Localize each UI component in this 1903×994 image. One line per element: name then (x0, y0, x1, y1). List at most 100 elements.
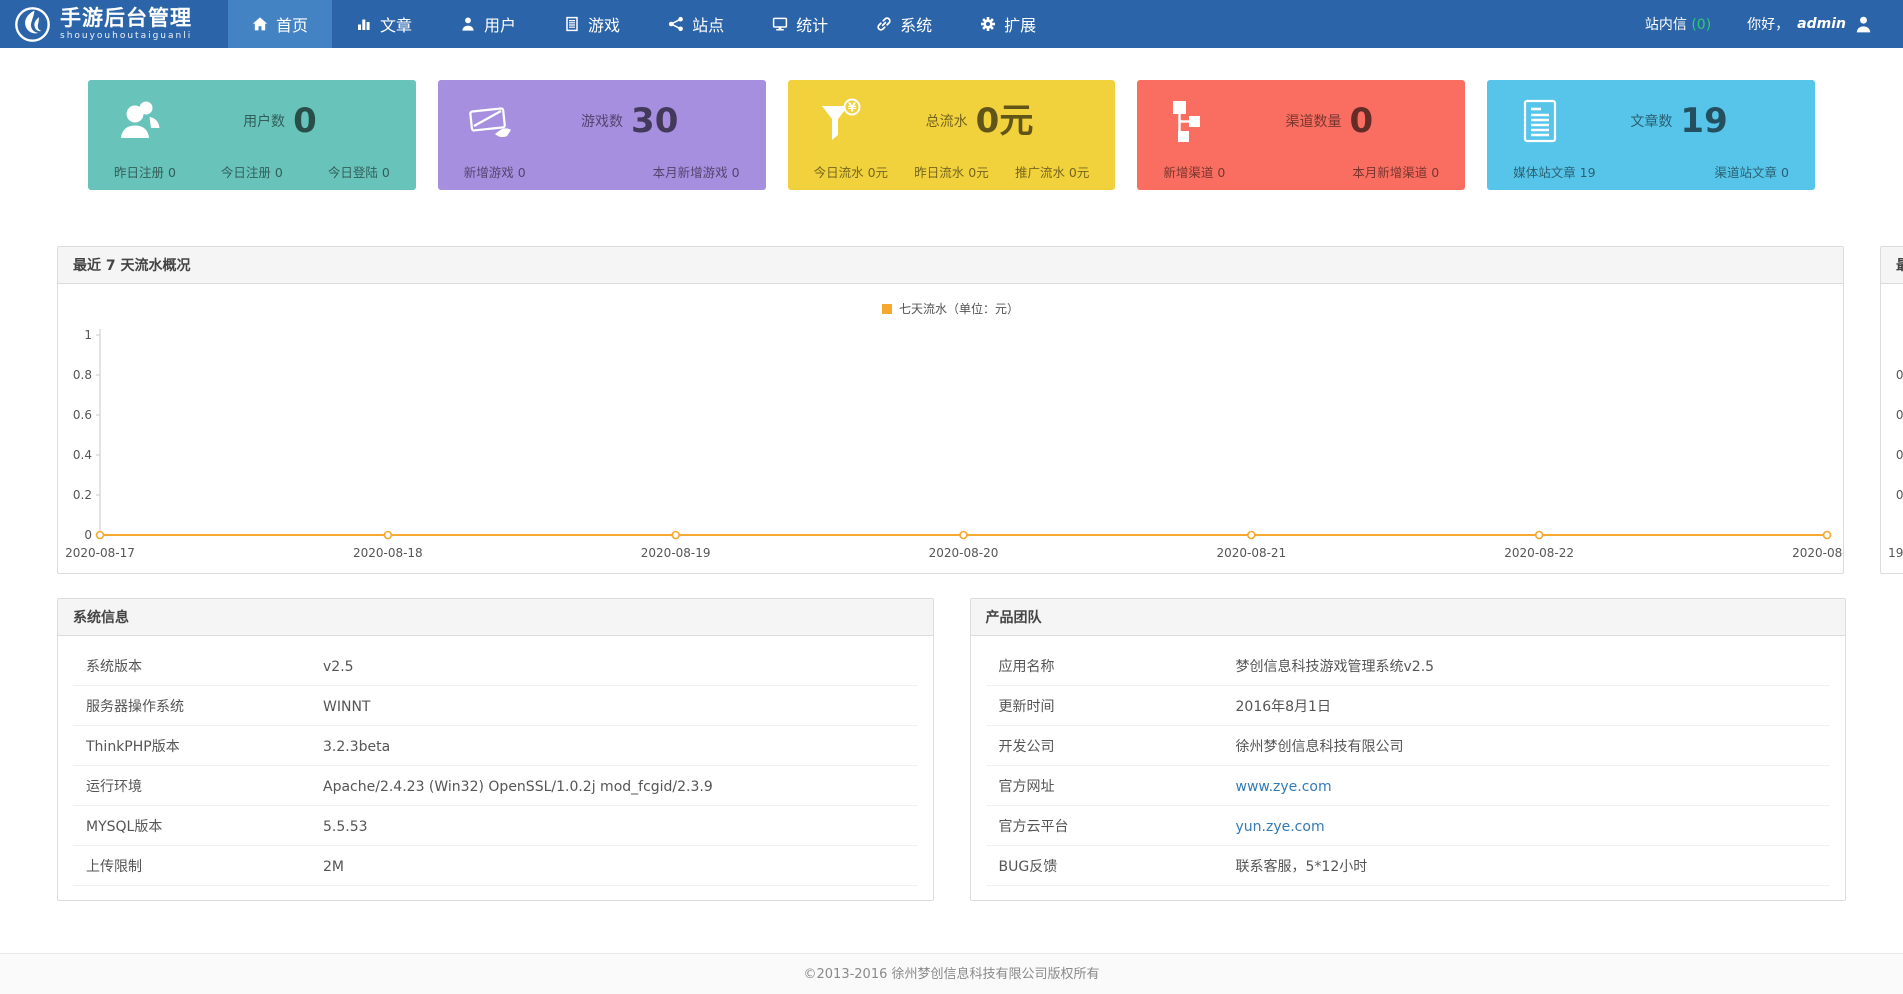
sitemap-icon (1165, 97, 1217, 145)
panel-title: 最近 7 天注册概况 (1881, 247, 1903, 284)
nav-item-game[interactable]: 游戏 (540, 0, 644, 48)
link-icon (876, 16, 892, 32)
info-row-value: 梦创信息科技游戏管理系统v2.5 (1236, 656, 1435, 676)
svg-text:2020-08-19: 2020-08-19 (641, 546, 711, 560)
panel-title: 产品团队 (971, 599, 1846, 636)
info-row: 系统版本v2.5 (73, 646, 918, 686)
stat-card-substat: 昨日注册 0 (114, 162, 176, 181)
nav-item-site[interactable]: 站点 (644, 0, 748, 48)
info-row-label: 运行环境 (73, 776, 323, 796)
nav-item-stats[interactable]: 统计 (748, 0, 852, 48)
stat-card-substat: 渠道站文章 0 (1715, 162, 1789, 181)
stat-card-substat: 昨日流水 0元 (914, 162, 988, 181)
panel-title: 最近 7 天流水概况 (58, 247, 1843, 284)
stat-card-users: 用户数0 昨日注册 0 今日注册 0 今日登陆 0 (88, 80, 416, 190)
info-row-label: 开发公司 (986, 736, 1236, 756)
user-avatar-icon (1854, 15, 1873, 34)
stat-card-value: 30 (631, 104, 678, 138)
nav-item-label: 游戏 (588, 12, 620, 36)
info-row-value: 2016年8月1日 (1236, 696, 1331, 716)
stat-card-articles: 文章数 19 媒体站文章 19 渠道站文章 0 (1487, 80, 1815, 190)
nav-item-system[interactable]: 系统 (852, 0, 956, 48)
info-row: 更新时间2016年8月1日 (986, 686, 1831, 726)
stat-card-substat: 今日登陆 0 (328, 162, 390, 181)
info-row-link[interactable]: yun.zye.com (1236, 819, 1325, 835)
user-menu[interactable]: 你好，admin (1747, 14, 1873, 34)
logo[interactable]: 手游后台管理 shouyouhoutaiguanli (0, 0, 228, 48)
svg-text:0.2: 0.2 (1896, 488, 1903, 502)
info-row-label: MYSQL版本 (73, 816, 323, 836)
legend-label: 七天流水（单位：元） (899, 300, 1019, 317)
info-row-value: 3.2.3beta (323, 739, 390, 755)
stat-card-substats: 今日流水 0元昨日流水 0元推广流水 0元 (812, 162, 1092, 181)
stat-card-value: 19 (1680, 104, 1727, 138)
nav-item-extend[interactable]: 扩展 (956, 0, 1060, 48)
stat-card-substat: 今日流水 0元 (814, 162, 888, 181)
messages-label: 站内信 (1645, 17, 1687, 33)
stat-card-substats: 媒体站文章 19 渠道站文章 0 (1511, 162, 1791, 181)
nav-right: 站内信 (0) 你好，admin (1645, 0, 1903, 48)
svg-text:0.6: 0.6 (1896, 408, 1903, 422)
messages-link[interactable]: 站内信 (0) (1645, 14, 1711, 34)
stat-card-substat: 新增渠道 0 (1163, 162, 1225, 181)
svg-text:0: 0 (84, 528, 92, 542)
svg-text:2020-08-20: 2020-08-20 (929, 546, 999, 560)
line-chart: 00.20.40.60.811970-01-01 (1881, 325, 1903, 563)
stat-card-headline: 渠道数量0 (1217, 104, 1441, 138)
article-icon (1515, 97, 1567, 145)
svg-text:0.4: 0.4 (73, 448, 92, 462)
stat-card-substat: 媒体站文章 19 (1513, 162, 1595, 181)
info-body: 系统版本v2.5服务器操作系统WINNTThinkPHP版本3.2.3beta运… (58, 636, 933, 900)
chart-legend: 七天流水（单位：元） (58, 300, 1843, 317)
info-row-value: 联系客服，5*12小时 (1236, 856, 1368, 876)
logo-text: 手游后台管理 shouyouhoutaiguanli (60, 7, 192, 40)
stat-card-revenue: ¥总流水0元今日流水 0元昨日流水 0元推广流水 0元 (788, 80, 1116, 190)
chart-body: 七天注册（单位：个）00.20.40.60.811970-01-01 (1881, 284, 1903, 573)
info-row-value: Apache/2.4.23 (Win32) OpenSSL/1.0.2j mod… (323, 779, 713, 795)
bar-chart-icon (356, 16, 372, 32)
legend-swatch (882, 304, 892, 314)
stat-card-label: 总流水 (926, 111, 968, 131)
product-team-panel: 产品团队应用名称梦创信息科技游戏管理系统v2.5更新时间2016年8月1日开发公… (970, 598, 1847, 901)
svg-text:2020-08-18: 2020-08-18 (353, 546, 423, 560)
nav-menu: 首页文章用户 游戏 站点统计系统 扩展 (228, 0, 1060, 48)
username: admin (1797, 16, 1846, 32)
logo-subtitle: shouyouhoutaiguanli (60, 31, 192, 41)
stat-card-substat: 本月新增游戏 0 (653, 162, 740, 181)
stat-card-label: 文章数 (1630, 111, 1672, 131)
stat-card-headline: 总流水 0元 (868, 104, 1092, 138)
info-row: 运行环境Apache/2.4.23 (Win32) OpenSSL/1.0.2j… (73, 766, 918, 806)
nav-item-label: 扩展 (1004, 12, 1036, 36)
svg-text:0.8: 0.8 (73, 368, 92, 382)
nav-item-home[interactable]: 首页 (228, 0, 332, 48)
svg-text:0.8: 0.8 (1896, 368, 1903, 382)
stat-cards-row: 用户数0昨日注册 0今日注册 0今日登陆 0游戏数30新增游戏 0本月新增游戏 … (0, 48, 1903, 190)
nav-item-article[interactable]: 文章 (332, 0, 436, 48)
logo-title: 手游后台管理 (60, 7, 192, 29)
top-navbar: 手游后台管理 shouyouhoutaiguanli 首页文章用户 游戏 站点统计系… (0, 0, 1903, 48)
stat-card-headline: 用户数0 (168, 104, 392, 138)
system-info-panel: 系统信息系统版本v2.5服务器操作系统WINNTThinkPHP版本3.2.3b… (57, 598, 934, 901)
stat-card-substat: 今日注册 0 (221, 162, 283, 181)
info-row-label: 官方网址 (986, 776, 1236, 796)
chart-body: 七天流水（单位：元）00.20.40.60.812020-08-172020-0… (58, 284, 1843, 573)
svg-text:2020-08-22: 2020-08-22 (1504, 546, 1574, 560)
info-row-label: 服务器操作系统 (73, 696, 323, 716)
stat-card-substat: 新增游戏 0 (464, 162, 526, 181)
stat-card-substats: 新增游戏 0 本月新增游戏 0 (462, 162, 742, 181)
stat-card-value: 0元 (976, 104, 1034, 138)
svg-text:1970-01-01: 1970-01-01 (1888, 546, 1903, 560)
stat-card-substats: 新增渠道 0本月新增渠道 0 (1161, 162, 1441, 181)
person-icon (460, 16, 476, 32)
info-row-link[interactable]: www.zye.com (1236, 779, 1332, 795)
info-row-value: 徐州梦创信息科技有限公司 (1236, 736, 1404, 756)
info-body: 应用名称梦创信息科技游戏管理系统v2.5更新时间2016年8月1日开发公司徐州梦… (971, 636, 1846, 900)
info-row: 服务器操作系统WINNT (73, 686, 918, 726)
users-icon (116, 97, 168, 145)
monitor-icon (772, 16, 788, 32)
info-row: 应用名称梦创信息科技游戏管理系统v2.5 (986, 646, 1831, 686)
nav-item-label: 站点 (692, 12, 724, 36)
info-row-label: 系统版本 (73, 656, 323, 676)
nav-item-user[interactable]: 用户 (436, 0, 540, 48)
chart-panel-revenue: 最近 7 天流水概况七天流水（单位：元）00.20.40.60.812020-0… (57, 246, 1844, 574)
